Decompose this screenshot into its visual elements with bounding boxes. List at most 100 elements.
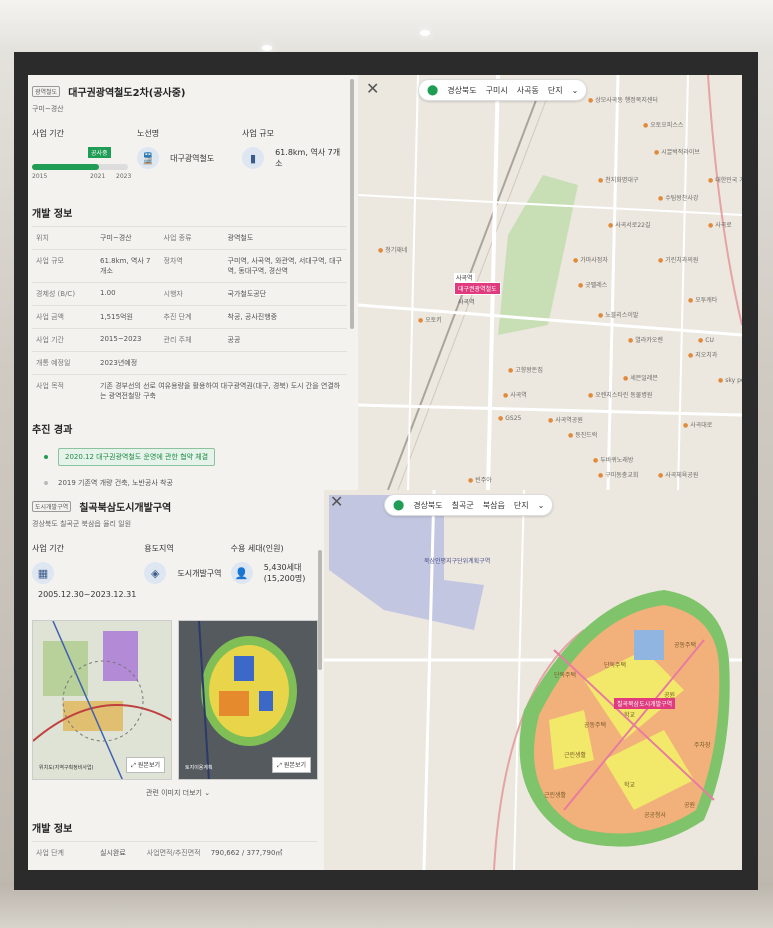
year-start: 2015 [32,173,48,180]
location-pill[interactable]: ⬤ 경상북도 칠곡군 북삼읍 단지 ⌄ [384,494,554,516]
region-label: 경상북도 [413,500,443,510]
map-poi[interactable]: 기린치과의원 [658,255,698,264]
ceiling [0,0,773,55]
map-poi[interactable]: 오토오피스스 [643,120,683,129]
table-row: 사업 규모 61.8km, 역사 7개소 정차역 구미역, 사곡역, 와관역, 서대구… [32,249,347,283]
more-images-link[interactable]: 관련 이미지 더보기 ⌄ [146,788,210,798]
region-label: 경상북도 [447,85,477,95]
dev-info-header: 개발 정보 [32,824,73,835]
map-poi[interactable]: 천지화명대구 [598,175,638,184]
station-marker[interactable]: 대구권광역철도 [454,282,501,295]
train-icon: 🚆 [137,147,159,169]
zone-label: 공동주택 [674,642,697,649]
calendar-icon: ▦ [32,562,54,584]
image-caption: 위치도(지역구획정비사업) [39,765,94,771]
map-poi[interactable]: 수팀왕찬사강 [658,193,698,202]
table-value: 790,662 / 377,790㎡ [206,841,317,864]
map-view-development[interactable]: ✕ ⬤ 경상북도 칠곡군 북삼읍 단지 ⌄ 북삼인평지구단위계획구역 칠곡북삼도… [324,490,742,870]
table-row: 개통 예정일 2023년예정 [32,351,347,375]
table-value: 공공 [223,328,347,352]
map-poi[interactable]: 상모사곡동 행정복지센터 [588,95,658,104]
map-poi[interactable]: 사곡로 [708,220,732,229]
timeline-dot [44,481,48,485]
table-value: 1.00 [96,282,160,306]
timeline-text: 2020.12 대구권광역철도 운영에 관한 협약 체결 [58,448,216,466]
map-poi[interactable]: 가마사정자 [573,255,608,264]
map2-roads [324,490,742,870]
year-now: 2021 [90,173,106,180]
zone-label: 단독주택 [604,662,627,669]
map-poi[interactable]: 사곡역 [503,390,527,399]
zone-label: 학교 [624,712,636,719]
ceiling-lamp [262,45,272,51]
period-progress: 공사중 2015 2021 2023 [32,147,137,183]
scale-value: 61.8km, 역사 7개소 [275,148,341,168]
view-original-label: 원본보기 [137,762,160,769]
table-key: 경제성 (B/C) [32,282,96,306]
map-poi[interactable]: 오투캐타 [688,295,717,304]
site-marker[interactable]: 칠곡북삼도시개발구역 [614,698,676,709]
table-value: 61.8km, 역사 7개소 [96,249,160,283]
map-poi[interactable]: 고향왕돈집 [508,365,543,374]
map-poi[interactable]: 노블리스이발 [598,310,638,319]
station-under-label: 사곡역 [458,299,475,306]
table-key: 개통 예정일 [32,351,96,375]
table-row: 사업 금액 1,515억원 추진 단계 착공, 공사진행중 [32,305,347,329]
map-poi[interactable]: 사곡체육공원 [658,470,698,479]
map-poi[interactable]: 시끌벅적라이브 [654,147,700,156]
map-view-railway[interactable]: ✕ ⬤ 경상북도 구미시 사곡동 단지 ⌄ 사곡역 대구권광역철도 사곡역 상모… [358,75,742,490]
map-poi[interactable]: 오토키 [418,315,442,324]
route-value: 대구광역철도 [170,153,215,163]
panel-scrollbar[interactable] [318,550,322,670]
map-poi[interactable]: 동진드럭 [568,430,597,439]
dev-info-table: 사업 단계 실시완료 사업면적/추진면적 790,662 / 377,790㎡ [32,841,317,864]
table-value: 2023년예정 [96,351,347,375]
chevron-down-icon: ⌄ [571,85,579,95]
households-value: 5,430세대 (15,200명) [263,563,306,583]
households-block: 수용 세대(인원) 👤 5,430세대 (15,200명) [230,543,317,603]
timeline: 2020.12 대구권광역철도 운영에 관한 협약 체결 2019 기존역 개량 … [44,448,347,490]
map-poi[interactable]: 구미동충교회 [598,470,638,479]
location-pin-icon: ⬤ [427,84,439,96]
map-poi[interactable]: 사곡대로 [683,420,712,429]
chevron-down-icon: ⌄ [537,500,545,510]
route-block: 노선명 🚆 대구광역철도 [137,128,242,183]
status-badge: 공사중 [88,147,111,158]
map-poi[interactable]: 두바퀴노래방 [593,455,633,464]
view-original-button[interactable]: ⤢ 원본보기 [126,757,165,773]
railway-info-panel: 광역철도 대구권광역철도2차(공사중) 구미~경산 사업 기간 공사중 2015… [28,75,358,490]
map-poi[interactable]: sky pc방 [718,375,742,384]
location-map-image[interactable]: 위치도(지역구획정비사업) ⤢ 원본보기 [32,620,172,780]
view-original-button[interactable]: ⤢ 원본보기 [272,757,311,773]
scale-block: 사업 규모 ▮ 61.8km, 역사 7개소 [242,128,347,183]
timeline-item: 2019 기존역 개량 건축, 노반공사 착공 [44,478,347,488]
map-poi[interactable]: 지오치과 [688,350,717,359]
panel-scrollbar[interactable] [350,79,354,329]
display-screen: 광역철도 대구권광역철도2차(공사중) 구미~경산 사업 기간 공사중 2015… [28,75,742,870]
map-poi[interactable]: GS25 [498,415,521,422]
map-poi[interactable]: 사곡역공원 [548,415,583,424]
dong-label: 북삼읍 [482,500,505,510]
map-poi[interactable]: 열라카오렌 [628,335,663,344]
period-block: 사업 기간 ▦ 2005.12.30~2023.12.31 [32,543,144,603]
map-poi[interactable]: 사곡서로22길 [608,220,650,229]
map-poi[interactable]: 빈주아 [468,475,492,484]
progress-header: 추진 경과 [32,425,73,436]
close-icon[interactable]: ✕ [330,492,343,511]
location-pill[interactable]: ⬤ 경상북도 구미시 사곡동 단지 ⌄ [418,79,588,101]
map-poi[interactable]: 청기재네 [378,245,407,254]
zone-label: 단독주택 [554,672,577,679]
project-subtitle: 경상북도 칠곡군 북삼읍 율리 일원 [32,520,132,528]
table-key: 추진 단계 [159,305,224,329]
table-key: 사업 단계 [32,841,96,864]
map-poi[interactable]: 세븐일레븐 [623,373,658,382]
close-icon[interactable]: ✕ [366,79,379,98]
land-use-image[interactable]: 토지이용계획 ⤢ 원본보기 [178,620,318,780]
city-label: 칠곡군 [451,500,474,510]
map-poi[interactable]: CU [698,337,714,344]
map-poi[interactable]: 오렌지스타린 동물병원 [588,390,652,399]
progress-fill [32,164,100,170]
info-header: 개발 정보 [32,209,73,220]
map-poi[interactable]: 대한민국 기념관 [708,175,742,184]
map-poi[interactable]: 굿펠레스 [578,280,607,289]
